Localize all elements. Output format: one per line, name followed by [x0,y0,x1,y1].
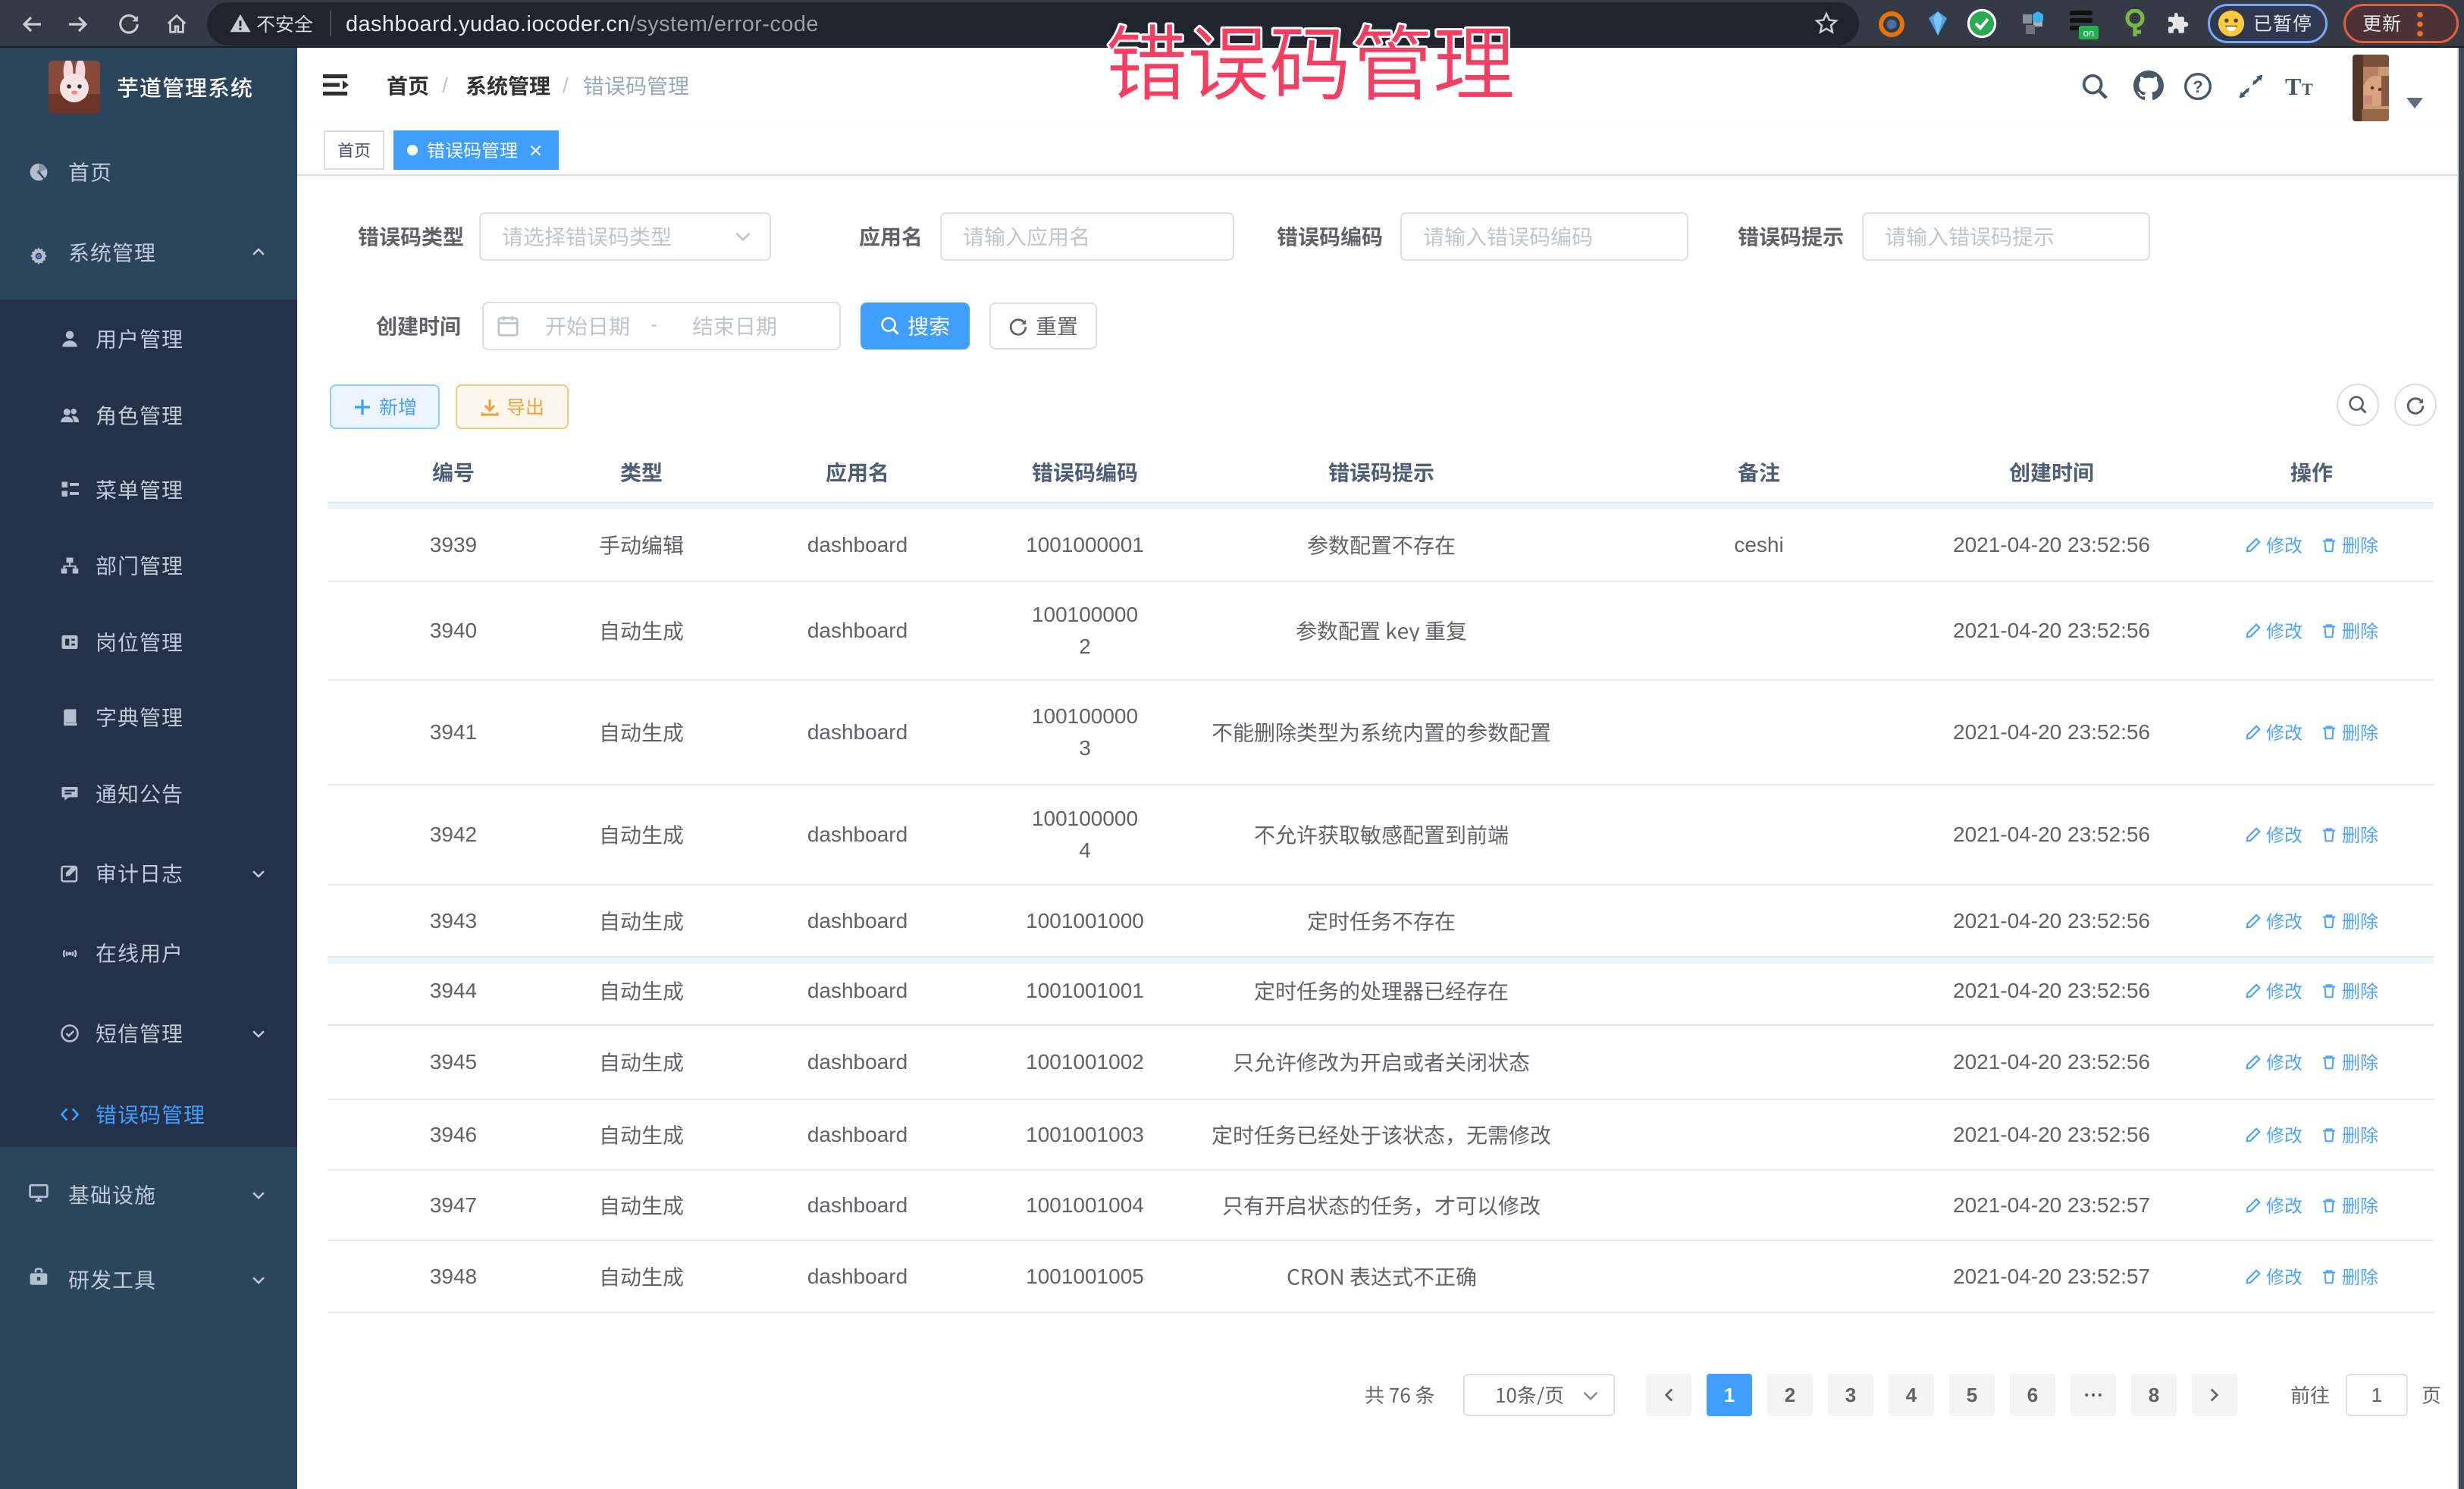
svg-text:on: on [2083,27,2094,39]
svg-text:T: T [2302,80,2313,99]
svg-text:T: T [2285,74,2301,99]
svg-text:?: ? [2193,77,2202,96]
